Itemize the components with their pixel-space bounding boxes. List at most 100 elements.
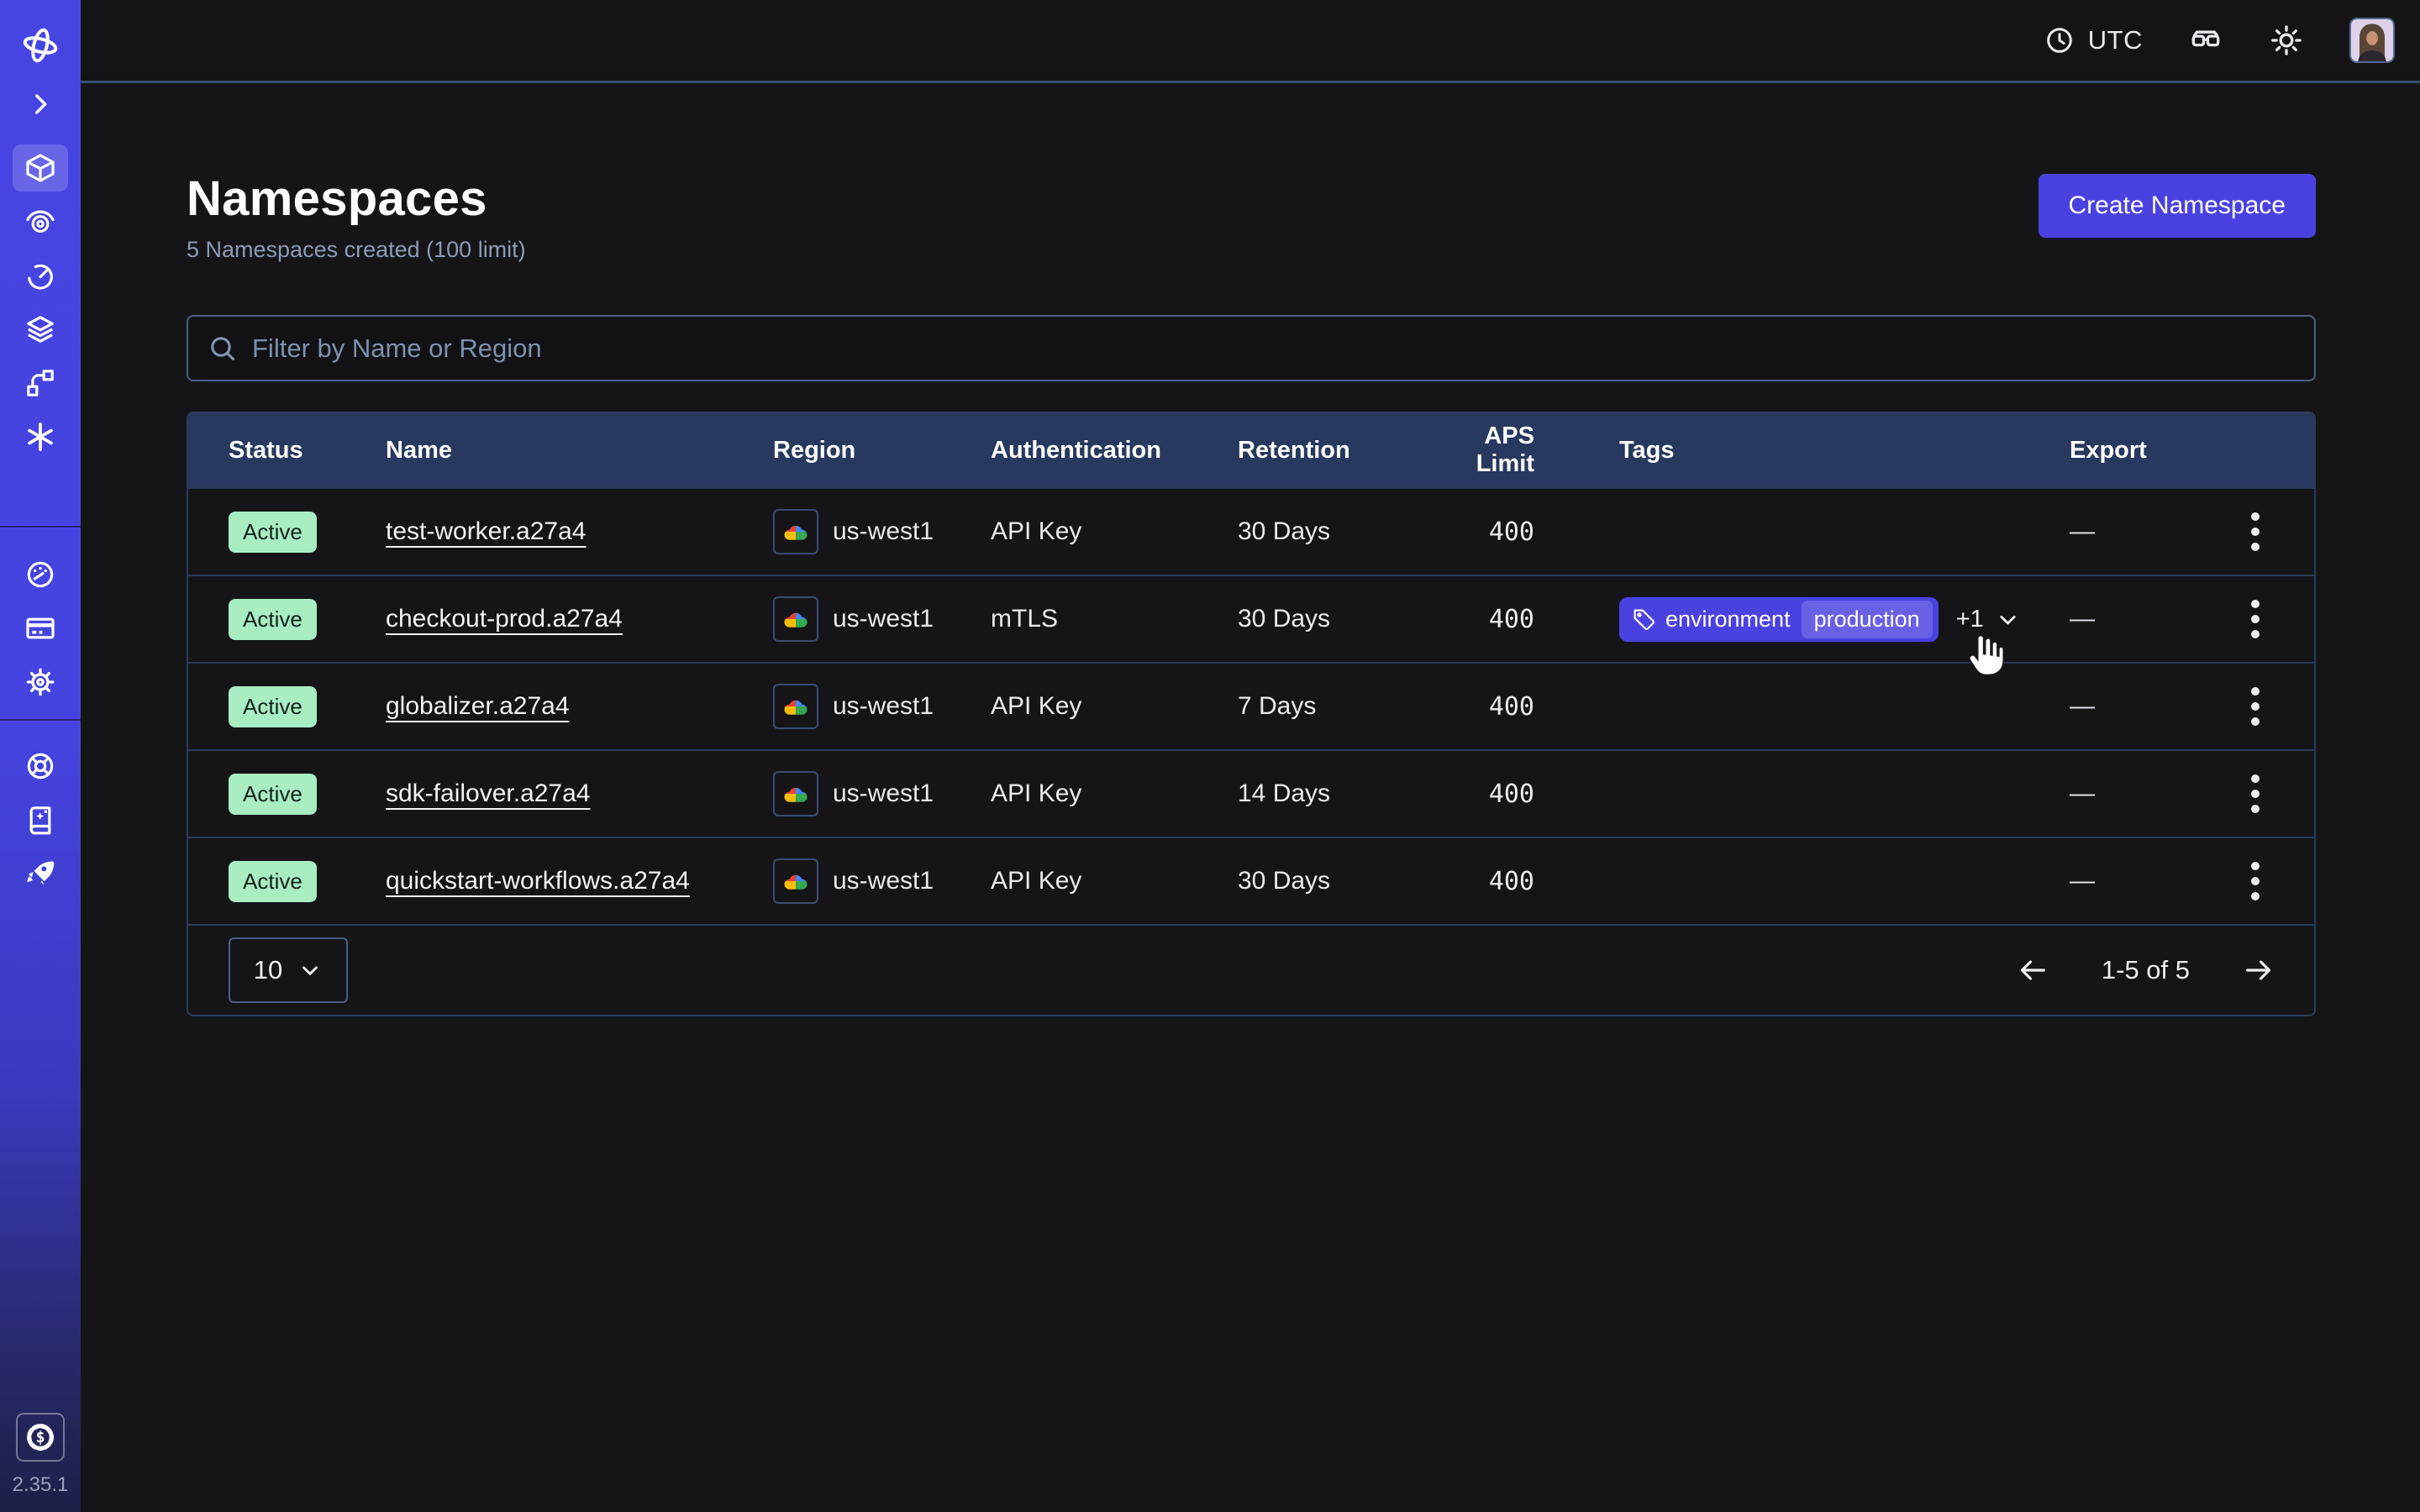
sidebar-item-integrations[interactable]: [13, 413, 68, 460]
status-badge: Active: [229, 861, 317, 902]
auth-cell: mTLS: [991, 605, 1238, 633]
row-actions-menu-button[interactable]: [2232, 592, 2279, 646]
export-cell: —: [2070, 867, 2196, 895]
row-actions-menu-button[interactable]: [2232, 767, 2279, 821]
filter-input[interactable]: [187, 315, 2316, 381]
avatar-image: [2351, 19, 2393, 61]
credit-card-icon: [24, 612, 57, 645]
chevron-right-icon: [26, 90, 55, 118]
namespace-link[interactable]: quickstart-workflows.a27a4: [386, 867, 690, 895]
labs-toggle-button[interactable]: [2188, 23, 2223, 58]
region-label: us-west1: [833, 867, 934, 895]
namespace-link[interactable]: sdk-failover.a27a4: [386, 780, 591, 807]
page-size-value: 10: [254, 955, 282, 985]
col-header-status: Status: [229, 437, 386, 465]
gcp-cloud-icon: [773, 596, 818, 642]
concentric-rings-icon: [24, 205, 57, 239]
gcp-cloud-icon: [773, 684, 818, 729]
col-header-name: Name: [386, 437, 773, 465]
arrow-left-icon: [2016, 953, 2049, 987]
sidebar-collapse-button[interactable]: [13, 87, 68, 121]
create-namespace-button[interactable]: Create Namespace: [2039, 174, 2316, 238]
row-actions-menu-button[interactable]: [2232, 680, 2279, 733]
table-row: Active quickstart-workflows.a27a4 us-wes…: [188, 837, 2314, 924]
region-label: us-west1: [833, 780, 934, 808]
user-avatar[interactable]: [2349, 18, 2395, 63]
tags-expand-chevron-icon[interactable]: [1995, 606, 2021, 633]
prev-page-button[interactable]: [2016, 953, 2049, 987]
row-actions-menu-button[interactable]: [2232, 505, 2279, 559]
region-label: us-west1: [833, 605, 934, 633]
col-header-tags: Tags: [1536, 437, 2070, 465]
aps-limit-cell: 400: [1434, 780, 1536, 809]
export-cell: —: [2070, 517, 2196, 546]
temporal-logo[interactable]: [13, 22, 68, 69]
region-label: us-west1: [833, 692, 934, 721]
auth-cell: API Key: [991, 692, 1238, 721]
lifebuoy-icon: [24, 749, 57, 783]
sidebar-item-usage[interactable]: [13, 551, 68, 598]
cube-icon: [24, 151, 57, 185]
sidebar-item-deployments[interactable]: [13, 306, 68, 353]
main-content: Namespaces 5 Namespaces created (100 lim…: [81, 83, 2420, 1512]
temporal-logo-icon: [22, 27, 59, 64]
namespace-link[interactable]: test-worker.a27a4: [386, 517, 586, 545]
retention-cell: 14 Days: [1238, 780, 1434, 808]
page-title: Namespaces: [187, 171, 526, 227]
tag-chip[interactable]: environment production: [1619, 597, 1939, 642]
timer-icon: [24, 259, 57, 292]
aps-limit-cell: 400: [1434, 605, 1536, 634]
asterisk-icon: [24, 420, 57, 454]
kebab-icon: [2237, 859, 2274, 903]
page-size-select[interactable]: 10: [229, 937, 348, 1003]
aps-limit-cell: 400: [1434, 867, 1536, 896]
tag-icon: [1632, 607, 1656, 632]
layers-icon: [24, 312, 57, 346]
table-row: Active checkout-prod.a27a4 us-west1 mTLS…: [188, 575, 2314, 662]
table-body: Active test-worker.a27a4 us-west1 API Ke…: [188, 487, 2314, 924]
sidebar: $ 2.35.1: [0, 0, 81, 1512]
next-page-button[interactable]: [2242, 953, 2275, 987]
kebab-icon: [2237, 772, 2274, 816]
sun-icon: [2269, 23, 2304, 58]
row-actions-menu-button[interactable]: [2232, 854, 2279, 908]
table-row: Active sdk-failover.a27a4 us-west1 API K…: [188, 749, 2314, 837]
sidebar-item-getting-started[interactable]: [13, 850, 68, 897]
status-badge: Active: [229, 599, 317, 640]
sidebar-item-docs[interactable]: [13, 796, 68, 843]
region-cell: us-west1: [773, 858, 991, 904]
status-badge: Active: [229, 774, 317, 815]
timezone-selector[interactable]: UTC: [2044, 24, 2143, 56]
sidebar-item-namespaces[interactable]: [13, 144, 68, 192]
sidebar-item-support[interactable]: [13, 743, 68, 790]
kebab-icon: [2237, 685, 2274, 728]
glasses-icon: [2188, 23, 2223, 58]
sidebar-item-nexus[interactable]: [13, 198, 68, 245]
namespace-link[interactable]: checkout-prod.a27a4: [386, 605, 623, 633]
timezone-label: UTC: [2088, 25, 2143, 55]
pagination-range: 1-5 of 5: [2102, 955, 2190, 985]
export-cell: —: [2070, 605, 2196, 633]
aps-limit-cell: 400: [1434, 517, 1536, 547]
namespace-link[interactable]: globalizer.a27a4: [386, 692, 570, 720]
tag-value: production: [1802, 601, 1933, 638]
kebab-icon: [2237, 597, 2274, 641]
gcp-cloud-icon: [773, 509, 818, 554]
sidebar-item-billing[interactable]: [13, 605, 68, 652]
sidebar-divider: [0, 526, 81, 528]
namespaces-table: Status Name Region Authentication Retent…: [187, 412, 2316, 1016]
kebab-icon: [2237, 510, 2274, 554]
export-cell: —: [2070, 692, 2196, 721]
pricing-button[interactable]: $: [16, 1413, 65, 1462]
tags-cell: environment production +1: [1536, 597, 2070, 642]
theme-toggle-button[interactable]: [2269, 23, 2304, 58]
sidebar-item-workflows[interactable]: [13, 360, 68, 407]
sidebar-item-schedules[interactable]: [13, 252, 68, 299]
status-badge: Active: [229, 686, 317, 727]
sidebar-item-settings[interactable]: [13, 659, 68, 706]
region-cell: us-west1: [773, 596, 991, 642]
region-cell: us-west1: [773, 771, 991, 816]
retention-cell: 7 Days: [1238, 692, 1434, 721]
col-header-export: Export: [2070, 437, 2196, 465]
book-sparkle-icon: [24, 803, 57, 837]
